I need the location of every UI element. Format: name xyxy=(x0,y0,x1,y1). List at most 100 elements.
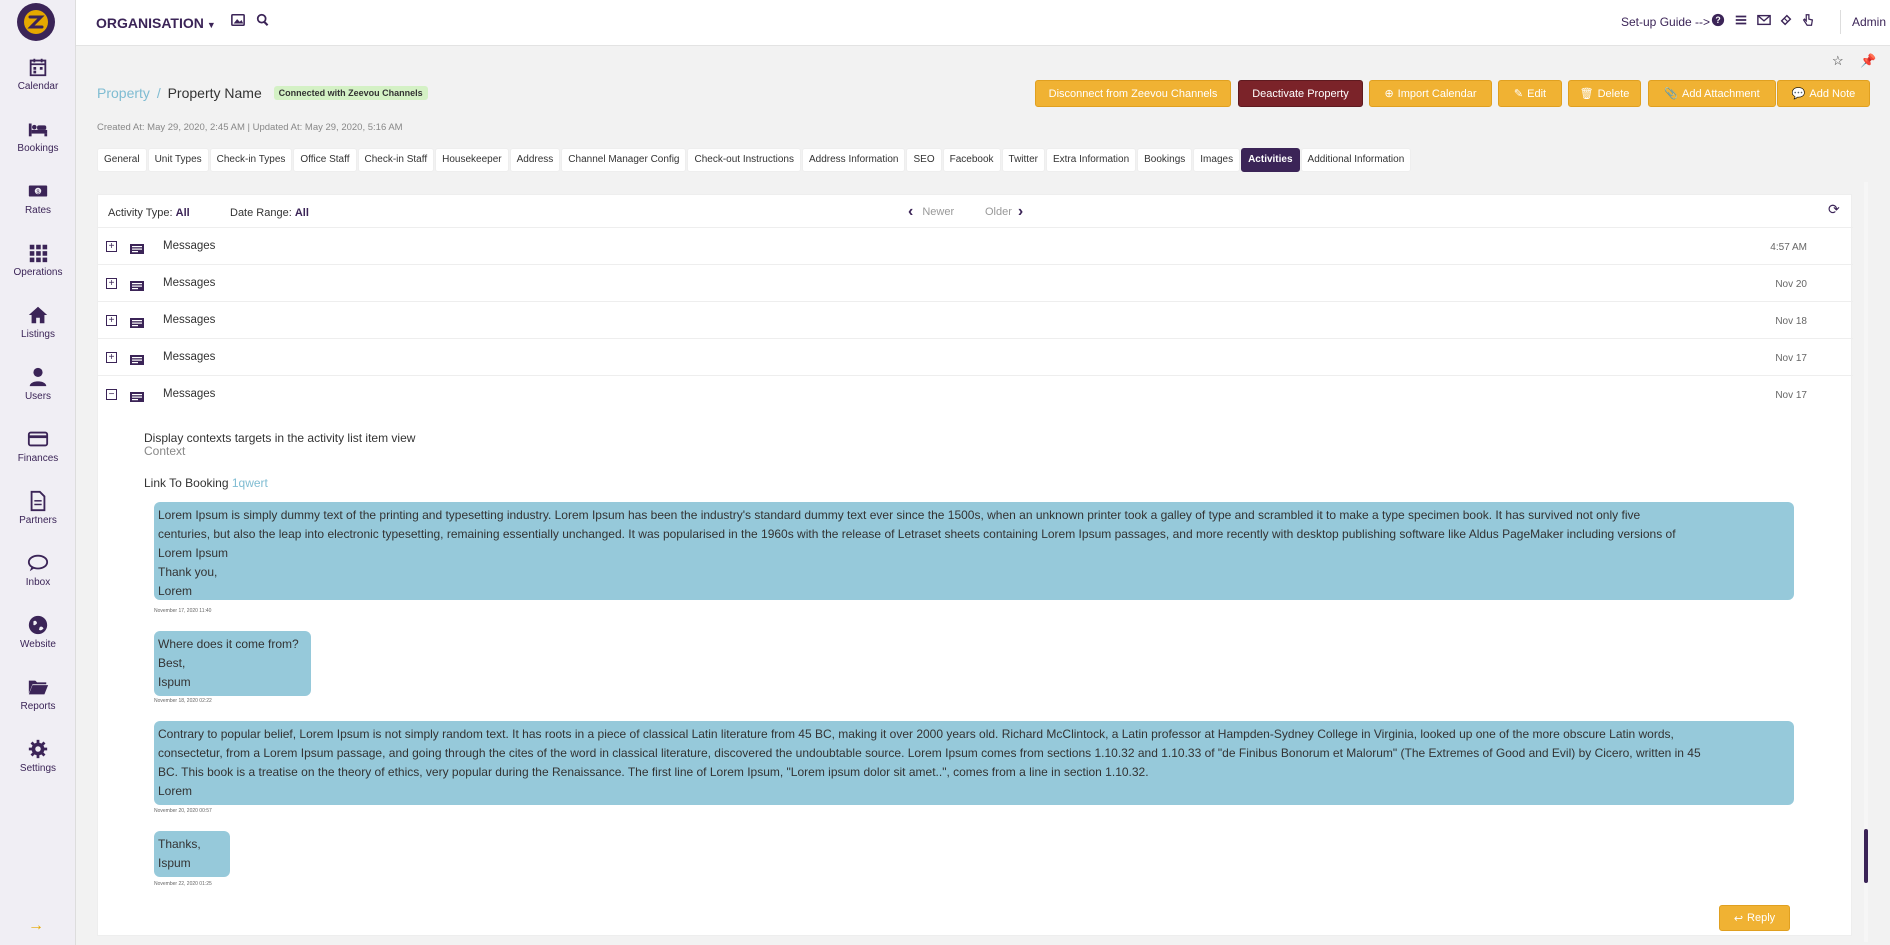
message-line: Thank you, xyxy=(158,565,218,579)
tab-additional-information[interactable]: Additional Information xyxy=(1300,148,1412,172)
expand-icon[interactable]: + xyxy=(106,241,117,252)
tab-facebook[interactable]: Facebook xyxy=(942,148,1001,172)
message-bubble: Lorem Ipsum is simply dummy text of the … xyxy=(154,502,1794,600)
tab-address[interactable]: Address xyxy=(509,148,561,172)
tab-images[interactable]: Images xyxy=(1193,148,1241,172)
tab-check-in-staff[interactable]: Check-in Staff xyxy=(357,148,435,172)
edit-label: Edit xyxy=(1527,87,1547,100)
breadcrumb: Property / Property Name Connected with … xyxy=(97,85,428,101)
tab-office-staff[interactable]: Office Staff xyxy=(293,148,357,172)
add-attachment-button[interactable]: 📎 Add Attachment xyxy=(1648,80,1776,107)
expand-icon[interactable]: + xyxy=(106,352,117,363)
list-icon[interactable] xyxy=(1734,13,1750,29)
expand-icon[interactable]: + xyxy=(106,278,117,289)
deactivate-property-button[interactable]: Deactivate Property xyxy=(1238,80,1363,107)
import-calendar-button[interactable]: ⊕ Import Calendar xyxy=(1369,80,1492,107)
sidebar-item-label: Listings xyxy=(21,329,55,340)
message-line: Best, xyxy=(158,656,186,670)
booking-link[interactable]: 1qwert xyxy=(232,476,268,490)
hand-pointer-icon[interactable] xyxy=(1801,13,1817,29)
scrollbar-thumb[interactable] xyxy=(1864,829,1868,883)
tab-address-information[interactable]: Address Information xyxy=(801,148,906,172)
search-icon[interactable] xyxy=(256,13,272,29)
activity-row[interactable]: + Messages Nov 20 xyxy=(98,264,1853,301)
tab-bar: General Unit Types Check-in Types Office… xyxy=(97,148,1412,172)
activity-row-expanded[interactable]: − Messages Nov 17 xyxy=(98,375,1853,412)
add-note-button[interactable]: 💬 Add Note xyxy=(1777,80,1870,107)
tab-bookings[interactable]: Bookings xyxy=(1137,148,1193,172)
tickets-icon[interactable] xyxy=(1779,13,1795,29)
add-attachment-label: Add Attachment xyxy=(1682,87,1760,100)
activity-row[interactable]: + Messages 4:57 AM xyxy=(98,227,1853,264)
image-icon[interactable] xyxy=(231,13,247,29)
breadcrumb-property-link[interactable]: Property xyxy=(97,85,150,101)
sidebar-item-website[interactable]: Website xyxy=(0,614,76,666)
activity-title: Messages xyxy=(163,351,216,363)
date-range-value: All xyxy=(294,207,309,219)
tab-check-out-instructions[interactable]: Check-out Instructions xyxy=(687,148,801,172)
expand-icon[interactable]: + xyxy=(106,315,117,326)
link-to-booking-label: Link To Booking xyxy=(144,476,229,490)
sidebar-item-users[interactable]: Users xyxy=(0,366,76,418)
sidebar-item-label: Website xyxy=(20,639,56,650)
setup-guide-link[interactable]: Set-up Guide --> xyxy=(1621,15,1710,29)
older-button[interactable]: Older › xyxy=(985,203,1023,221)
logo[interactable] xyxy=(17,3,55,41)
activity-row[interactable]: + Messages Nov 17 xyxy=(98,338,1853,375)
message-line: Lorem Ipsum xyxy=(158,546,229,560)
tab-unit-types[interactable]: Unit Types xyxy=(147,148,209,172)
tab-twitter[interactable]: Twitter xyxy=(1001,148,1045,172)
tab-housekeeper[interactable]: Housekeeper xyxy=(435,148,509,172)
date-range-filter[interactable]: Date Range: All xyxy=(230,207,309,219)
help-icon[interactable]: ? xyxy=(1711,13,1727,29)
tab-seo[interactable]: SEO xyxy=(906,148,942,172)
activity-title: Messages xyxy=(163,314,216,326)
envelope-icon[interactable] xyxy=(1757,13,1773,29)
breadcrumb-separator: / xyxy=(156,85,161,101)
sidebar-item-partners[interactable]: Partners xyxy=(0,490,76,542)
message-line: Ispum xyxy=(158,856,191,870)
message-type-icon xyxy=(130,278,144,291)
context-label: Context xyxy=(144,444,186,458)
sidebar-item-rates[interactable]: $ Rates xyxy=(0,180,76,232)
collapse-sidebar-icon[interactable]: → xyxy=(28,917,44,935)
sidebar-item-finances[interactable]: Finances xyxy=(0,428,76,480)
comment-icon: 💬 xyxy=(1791,88,1806,100)
sidebar-item-bookings[interactable]: Bookings xyxy=(0,118,76,170)
tab-extra-information[interactable]: Extra Information xyxy=(1045,148,1137,172)
edit-button[interactable]: ✎ Edit xyxy=(1498,80,1562,107)
tab-general[interactable]: General xyxy=(97,148,147,172)
reply-button[interactable]: ↩ Reply xyxy=(1719,905,1790,931)
user-menu[interactable]: Admin xyxy=(1852,15,1886,29)
pin-icon[interactable]: 📌 xyxy=(1860,53,1876,69)
organisation-dropdown[interactable]: ORGANISATION ▼ xyxy=(96,15,216,31)
newer-label: Newer xyxy=(922,206,955,218)
message-line: Contrary to popular belief, Lorem Ipsum … xyxy=(158,727,1674,741)
message-bubble: Where does it come from? Best, Ispum xyxy=(154,631,311,696)
sidebar-item-settings[interactable]: Settings xyxy=(0,738,76,790)
activity-type-filter[interactable]: Activity Type: All xyxy=(108,207,190,219)
connected-badge: Connected with Zeevou Channels xyxy=(273,86,428,100)
refresh-icon[interactable]: ⟳ xyxy=(1828,201,1840,218)
scrollbar-track[interactable] xyxy=(1864,182,1868,942)
tab-channel-manager-config[interactable]: Channel Manager Config xyxy=(561,148,687,172)
sidebar-item-label: Settings xyxy=(19,763,57,774)
sidebar-item-reports[interactable]: Reports xyxy=(0,676,76,728)
plus-circle-icon: ⊕ xyxy=(1384,88,1394,100)
sidebar-item-listings[interactable]: Listings xyxy=(0,304,76,356)
sidebar-item-label: Calendar xyxy=(17,81,59,92)
sidebar-item-inbox[interactable]: Inbox xyxy=(0,552,76,604)
activity-row[interactable]: + Messages Nov 18 xyxy=(98,301,1853,338)
tab-activities[interactable]: Activities xyxy=(1241,148,1300,172)
newer-button[interactable]: ‹ Newer xyxy=(908,203,954,221)
disconnect-button[interactable]: Disconnect from Zeevou Channels xyxy=(1035,80,1231,107)
message-line: Thanks, xyxy=(158,837,201,851)
message-line: Where does it come from? xyxy=(158,637,299,651)
sidebar-item-operations[interactable]: Operations xyxy=(0,242,76,294)
star-icon[interactable]: ☆ xyxy=(1832,53,1844,69)
tab-check-in-types[interactable]: Check-in Types xyxy=(209,148,293,172)
sidebar-item-calendar[interactable]: Calendar xyxy=(0,56,76,108)
sidebar: Calendar Bookings $ Rates Operations Lis… xyxy=(0,0,76,945)
collapse-icon[interactable]: − xyxy=(106,389,117,400)
delete-button[interactable]: 🗑 Delete xyxy=(1568,80,1641,107)
